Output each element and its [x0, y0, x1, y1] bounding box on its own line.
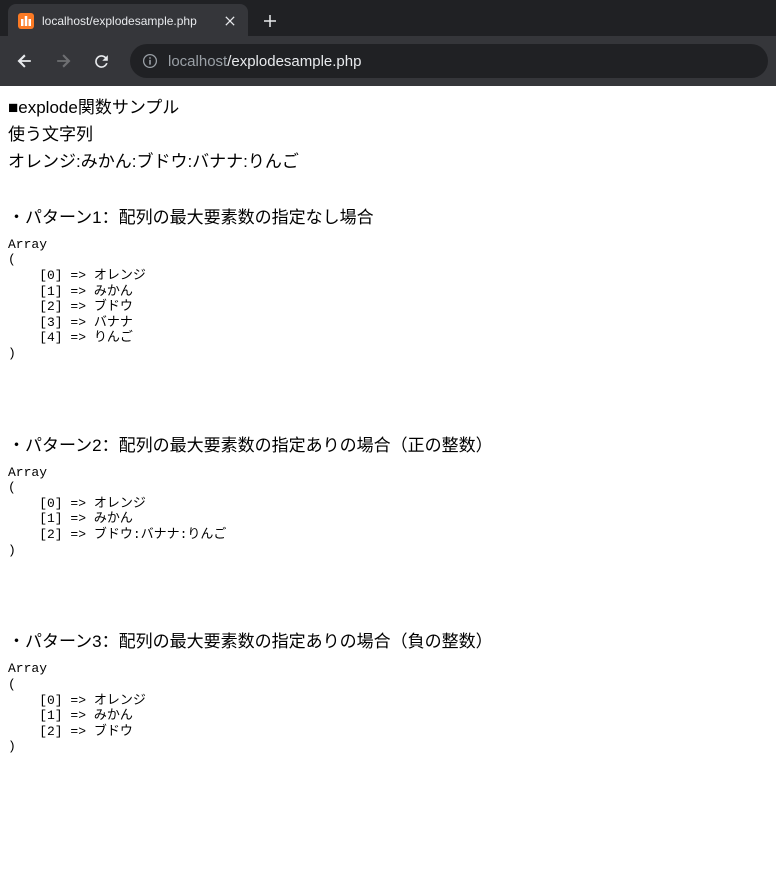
- browser-chrome: localhost/explodesample.php: [0, 0, 776, 86]
- pattern-heading-2: ・パターン2：配列の最大要素数の指定ありの場合（正の整数）: [8, 432, 768, 459]
- address-bar[interactable]: localhost/explodesample.php: [130, 44, 768, 78]
- pattern-heading-1: ・パターン1：配列の最大要素数の指定なし場合: [8, 204, 768, 231]
- url-text: localhost/explodesample.php: [168, 53, 361, 70]
- browser-toolbar: localhost/explodesample.php: [0, 36, 776, 86]
- page-subheading: 使う文字列: [8, 121, 768, 148]
- page-heading: ■explode関数サンプル: [8, 94, 768, 121]
- site-info-icon[interactable]: [142, 53, 158, 69]
- forward-button[interactable]: [46, 44, 80, 78]
- xampp-favicon-icon: [18, 13, 34, 29]
- sample-string: オレンジ:みかん:ブドウ:バナナ:りんご: [8, 148, 768, 175]
- pattern-heading-3: ・パターン3：配列の最大要素数の指定ありの場合（負の整数）: [8, 628, 768, 655]
- reload-button[interactable]: [84, 44, 118, 78]
- page-content: ■explode関数サンプル 使う文字列 オレンジ:みかん:ブドウ:バナナ:りん…: [0, 86, 776, 763]
- array-output-2: Array ( [0] => オレンジ [1] => みかん [2] => ブド…: [8, 465, 768, 559]
- array-output-1: Array ( [0] => オレンジ [1] => みかん [2] => ブド…: [8, 237, 768, 362]
- spacer: [8, 362, 768, 404]
- spacer: [8, 558, 768, 600]
- tab-title: localhost/explodesample.php: [42, 14, 214, 28]
- browser-tab[interactable]: localhost/explodesample.php: [8, 4, 248, 38]
- back-button[interactable]: [8, 44, 42, 78]
- tab-bar: localhost/explodesample.php: [0, 0, 776, 36]
- new-tab-button[interactable]: [256, 7, 284, 35]
- url-path: /explodesample.php: [227, 53, 361, 70]
- array-output-3: Array ( [0] => オレンジ [1] => みかん [2] => ブド…: [8, 661, 768, 755]
- close-icon[interactable]: [222, 13, 238, 29]
- url-host: localhost: [168, 53, 227, 70]
